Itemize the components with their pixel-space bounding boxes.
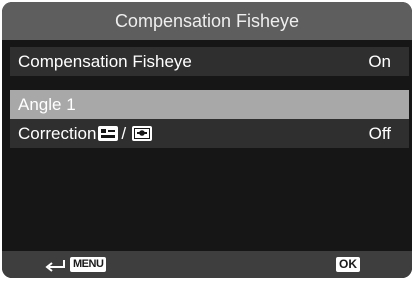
footer-bar: MENU OK xyxy=(2,251,412,278)
separator: / xyxy=(121,123,127,143)
back-arrow-icon[interactable] xyxy=(44,257,66,273)
menu-title-bar: Compensation Fisheye xyxy=(2,2,412,40)
menu-item-angle[interactable]: Angle 1 xyxy=(10,90,409,119)
camera-menu-screen: Compensation Fisheye Compensation Fishey… xyxy=(2,2,412,278)
menu-item-label: Compensation Fisheye xyxy=(18,51,192,71)
menu-item-compensation-fisheye[interactable]: Compensation Fisheye On xyxy=(10,47,409,76)
ok-button[interactable]: OK xyxy=(336,257,360,272)
page-title: Compensation Fisheye xyxy=(114,10,300,31)
menu-button[interactable]: MENU xyxy=(70,257,107,272)
menu-item-value: Off xyxy=(368,123,391,143)
portrait-mode-icon xyxy=(132,126,153,141)
menu-item-value: On xyxy=(368,51,391,71)
menu-item-label-group: Correction / xyxy=(18,123,153,144)
menu-item-label: Angle 1 xyxy=(18,94,76,114)
menu-item-label: Correction xyxy=(18,123,97,143)
scene-mode-icon xyxy=(98,126,119,141)
menu-item-correction[interactable]: Correction / Off xyxy=(10,119,409,148)
